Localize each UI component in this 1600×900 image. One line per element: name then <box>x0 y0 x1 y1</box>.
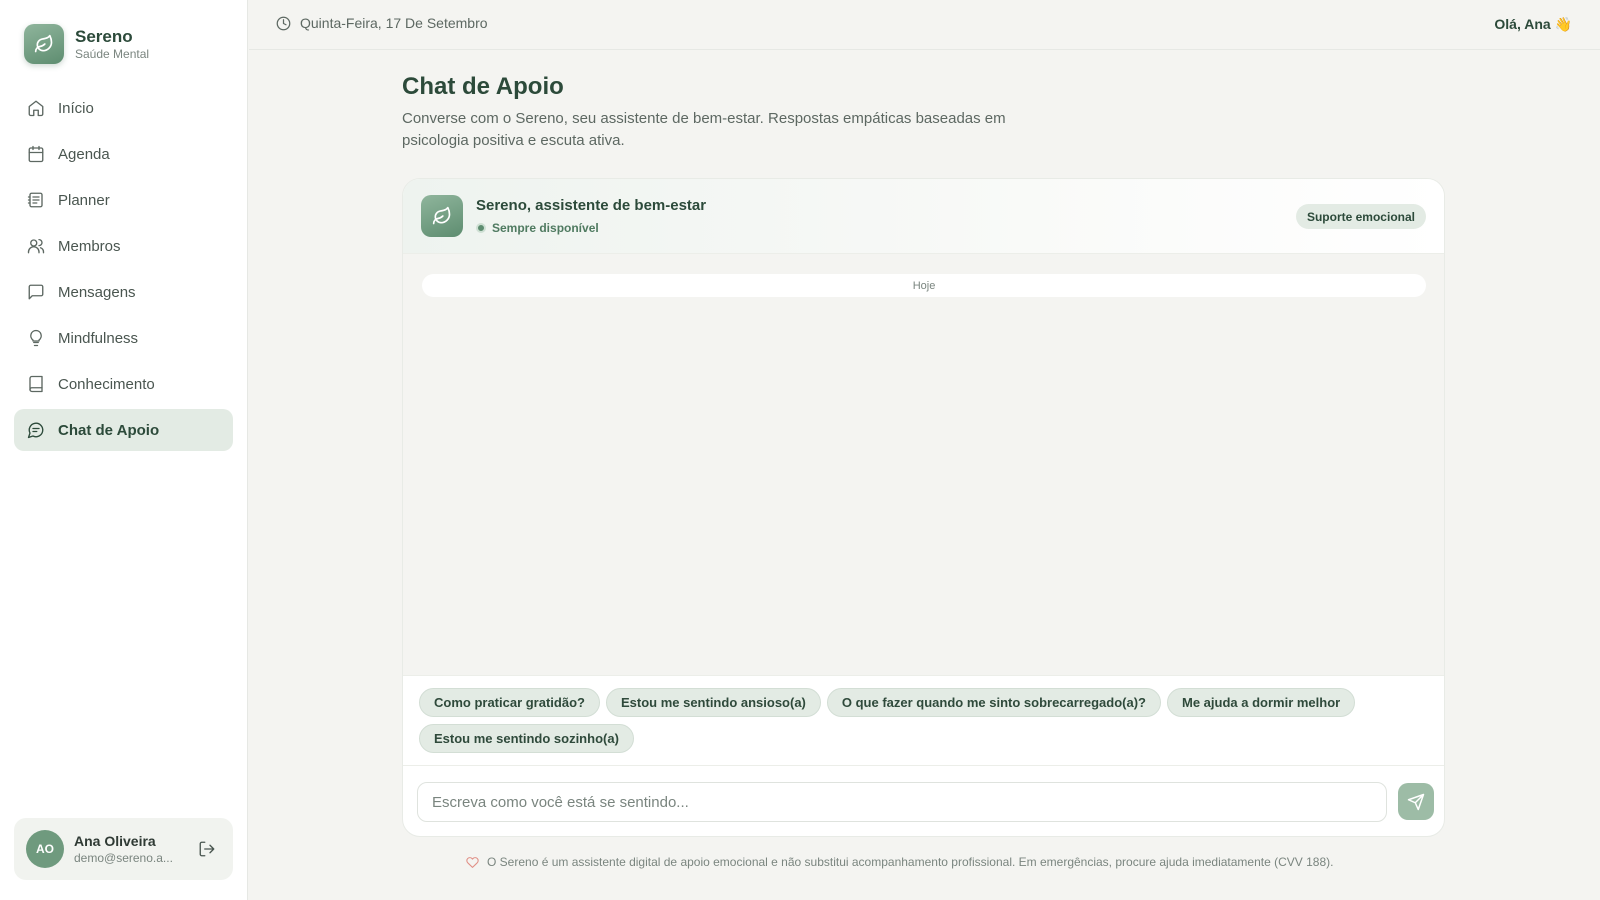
bot-leaf-icon <box>421 195 463 237</box>
suggestion-chip[interactable]: O que fazer quando me sinto sobrecarrega… <box>826 688 1162 717</box>
user-card: AO Ana Oliveira demo@sereno.a... <box>14 818 233 880</box>
sidebar-nav: Início Agenda Planner Membros Mensagens … <box>14 87 233 455</box>
sidebar-item-mensagens[interactable]: Mensagens <box>14 271 233 313</box>
chat-header: Sereno, assistente de bem-estar Sempre d… <box>403 179 1444 254</box>
disclaimer-text: O Sereno é um assistente digital de apoi… <box>487 855 1334 869</box>
brand-name: Sereno <box>75 27 133 46</box>
book-icon <box>26 374 46 394</box>
bot-name: Sereno, assistente de bem-estar <box>476 197 707 214</box>
send-icon <box>1407 793 1425 810</box>
planner-icon <box>26 190 46 210</box>
users-icon <box>26 236 46 256</box>
leaf-logo-icon <box>24 24 64 64</box>
status-text: Sempre disponível <box>492 221 599 235</box>
sidebar-item-mindfulness[interactable]: Mindfulness <box>14 317 233 359</box>
sidebar-item-label: Conhecimento <box>58 375 155 393</box>
day-separator: Hoje <box>422 274 1426 297</box>
message-icon <box>26 282 46 302</box>
sidebar-item-inicio[interactable]: Início <box>14 87 233 129</box>
sidebar-item-label: Agenda <box>58 145 110 163</box>
sidebar-item-label: Planner <box>58 191 110 209</box>
page-description: Converse com o Sereno, seu assistente de… <box>402 110 1006 149</box>
date-display: Quinta-Feira, 17 De Setembro <box>276 15 488 31</box>
sidebar-item-chat-de-apoio[interactable]: Chat de Apoio <box>14 409 233 451</box>
lightbulb-icon <box>26 328 46 348</box>
sidebar-item-conhecimento[interactable]: Conhecimento <box>14 363 233 405</box>
user-name: Ana Oliveira <box>74 833 156 849</box>
home-icon <box>26 98 46 118</box>
brand[interactable]: Sereno Saúde Mental <box>24 24 149 64</box>
calendar-icon <box>26 144 46 164</box>
suggestion-chip[interactable]: Estou me sentindo ansioso(a) <box>605 688 821 717</box>
suggestion-chip[interactable]: Como praticar gratidão? <box>419 688 600 717</box>
date-text: Quinta-Feira, 17 De Setembro <box>300 15 488 31</box>
disclaimer: O Sereno é um assistente digital de apoi… <box>466 855 1333 869</box>
sidebar-item-label: Membros <box>58 237 121 255</box>
sidebar-item-label: Mensagens <box>58 283 136 301</box>
online-status-icon <box>476 223 486 233</box>
status-badge: Suporte emocional <box>1295 204 1426 229</box>
topbar: Quinta-Feira, 17 De Setembro Olá, Ana 👋 <box>249 0 1600 50</box>
chat-panel: Sereno, assistente de bem-estar Sempre d… <box>402 178 1445 837</box>
chat-icon <box>26 420 46 440</box>
sidebar-item-planner[interactable]: Planner <box>14 179 233 221</box>
message-list[interactable]: Hoje <box>403 254 1444 675</box>
bot-status: Sempre disponível <box>476 221 599 235</box>
avatar[interactable]: AO <box>26 830 64 868</box>
page-title: Chat de Apoio <box>402 73 564 100</box>
suggestion-chips: Como praticar gratidão? Estou me sentindo… <box>403 675 1444 766</box>
sidebar-item-label: Chat de Apoio <box>58 421 160 439</box>
suggestion-chip[interactable]: Me ajuda a dormir melhor <box>1167 688 1356 717</box>
sidebar-item-membros[interactable]: Membros <box>14 225 233 267</box>
sidebar: Sereno Saúde Mental Início Agenda Planne… <box>0 0 248 900</box>
clock-icon <box>276 16 291 30</box>
greeting: Olá, Ana 👋 <box>1494 16 1572 32</box>
sidebar-item-label: Início <box>58 99 94 117</box>
suggestion-chip[interactable]: Estou me sentindo sozinho(a) <box>419 724 634 753</box>
user-email: demo@sereno.a... <box>74 851 173 865</box>
sidebar-item-label: Mindfulness <box>58 329 139 347</box>
heart-icon <box>466 856 479 868</box>
logout-icon[interactable] <box>196 838 218 860</box>
brand-subtitle: Saúde Mental <box>75 47 150 61</box>
sidebar-item-agenda[interactable]: Agenda <box>14 133 233 175</box>
message-input[interactable] <box>417 782 1387 822</box>
send-button[interactable] <box>1398 783 1434 820</box>
